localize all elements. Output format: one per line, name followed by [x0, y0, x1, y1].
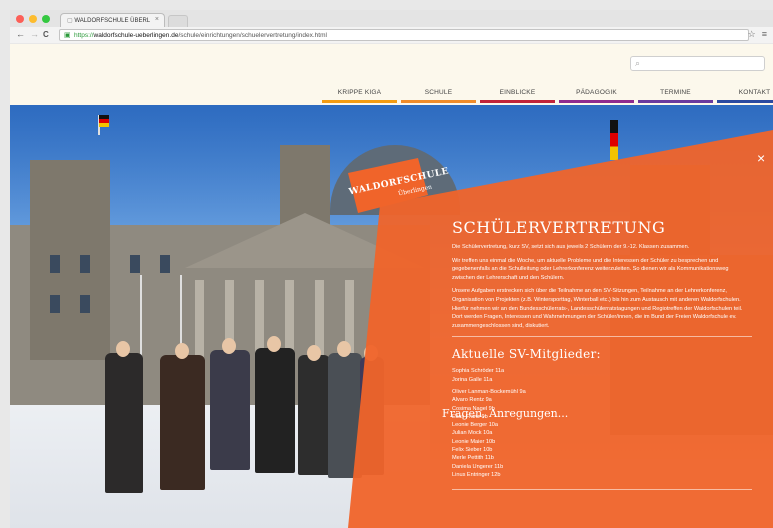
window: [50, 255, 60, 273]
overlay-content: SCHÜLERVERTRETUNG Die Schülervertretung,…: [452, 218, 752, 500]
member-item: Alvaro Rentz 9a: [452, 397, 492, 404]
url-scheme: https://: [74, 32, 94, 39]
nav-item-krippe-kiga[interactable]: KRIPPE KIGA: [322, 89, 397, 103]
browser-chrome: ▢ WALDORFSCHULE ÜBERL × ← → C ▣ https://…: [10, 10, 773, 43]
browser-toolbar: ← → C ▣ https://waldorfschule-ueberlinge…: [10, 27, 773, 43]
close-icon[interactable]: ×: [757, 150, 765, 166]
members-list-1: Sophia Schröder 11a Jorina Galle 11a: [452, 367, 752, 384]
person-head: [222, 338, 236, 354]
window: [80, 255, 90, 273]
nav-item-termine[interactable]: TERMINE: [638, 89, 713, 103]
member-item: Merle Pettith 11b: [452, 455, 494, 462]
intro-paragraph: Wir treffen uns einmal die Woche, um akt…: [452, 257, 729, 281]
url-host: waldorfschule-ueberlingen.de: [93, 32, 179, 39]
tab-close-icon[interactable]: ×: [155, 16, 159, 23]
person-head: [364, 345, 378, 361]
member-item: Sophia Schröder 11a: [452, 368, 505, 375]
window: [160, 255, 170, 273]
new-tab-button[interactable]: [168, 15, 188, 27]
person: [160, 355, 205, 490]
toolbar-right: ☆ ≡: [748, 29, 767, 40]
german-flag: [99, 115, 109, 127]
pediment: [185, 213, 425, 268]
person-head: [116, 341, 130, 357]
main-nav: KRIPPE KIGA SCHULE EINBLICKE PÄDAGOGIK TERMI…: [322, 89, 773, 103]
members-heading: Aktuelle SV-Mitglieder:: [452, 347, 601, 362]
person: [360, 357, 384, 475]
divider: [452, 489, 752, 491]
member-item: Daniela Ungerer 11b: [452, 463, 504, 470]
window: [80, 295, 90, 313]
url-path: /schule/einrichtungen/schuelervertretung…: [178, 32, 327, 39]
reload-icon[interactable]: C: [43, 30, 49, 39]
bookmark-star-icon[interactable]: ☆: [748, 29, 756, 40]
menu-icon[interactable]: ≡: [762, 29, 767, 40]
german-flag: [610, 120, 618, 160]
person-head: [307, 345, 321, 361]
person: [105, 353, 143, 493]
school-logo[interactable]: WALDORFSCHULE Überlingen: [348, 165, 450, 203]
tab-bar: ▢ WALDORFSCHULE ÜBERL ×: [10, 10, 773, 27]
back-icon[interactable]: ←: [16, 29, 25, 39]
person-head: [337, 341, 351, 357]
member-item: Jorina Galle 11a: [452, 376, 493, 383]
left-tower: [30, 160, 110, 360]
person: [210, 350, 250, 470]
intro-text: Die Schülervertretung, kurz SV, setzt si…: [452, 243, 752, 330]
nav-item-pädagogik[interactable]: PÄDAGOGIK: [559, 89, 634, 103]
member-item: Leonie Maier 10b: [452, 438, 496, 445]
person: [255, 348, 295, 473]
close-window-button[interactable]: [16, 15, 24, 23]
address-bar[interactable]: ▣ https://waldorfschule-ueberlingen.de/s…: [59, 29, 749, 41]
member-item: Leonie Berger 10a: [452, 422, 499, 429]
person: [298, 355, 330, 475]
person: [328, 353, 362, 478]
forward-icon[interactable]: →: [30, 29, 39, 39]
person-head: [175, 343, 189, 359]
window-controls: [16, 15, 50, 23]
search-input[interactable]: ⌕: [630, 56, 765, 71]
members-list-2: Oliver Lanman-Bockemühl 9a Alvaro Rentz 9…: [452, 388, 752, 479]
member-item: Julian Mock 10a: [452, 430, 493, 437]
nav-item-kontakt[interactable]: KONTAKT: [717, 89, 773, 103]
member-item: Oliver Lanman-Bockemühl 9a: [452, 388, 526, 395]
window: [130, 255, 140, 273]
page-title: SCHÜLERVERTRETUNG: [452, 218, 666, 237]
member-item: Felix Sieber 10b: [452, 447, 493, 454]
intro-paragraph: Die Schülervertretung, kurz SV, setzt si…: [452, 244, 690, 250]
nav-item-schule[interactable]: SCHULE: [401, 89, 476, 103]
web-page: ⌕ KRIPPE KIGA SCHULE EINBLICKE PÄDAGOGIK TER…: [10, 44, 773, 528]
intro-paragraph: Unsere Aufgaben erstrecken sich über die…: [452, 288, 743, 329]
member-item: Linus Entringer 12b: [452, 471, 501, 478]
minimize-window-button[interactable]: [29, 15, 37, 23]
search-icon: ⌕: [635, 58, 641, 68]
divider: [452, 336, 752, 338]
browser-tab[interactable]: ▢ WALDORFSCHULE ÜBERL ×: [60, 13, 165, 27]
lock-icon: ▣: [64, 32, 71, 39]
tab-title: WALDORFSCHULE ÜBERL: [74, 18, 151, 24]
person-head: [267, 336, 281, 352]
window: [50, 295, 60, 313]
hero-image: WALDORFSCHULE Überlingen × SCHÜLERVERTRE…: [10, 105, 773, 528]
questions-heading: Fragen, Anregungen...: [442, 407, 569, 420]
maximize-window-button[interactable]: [42, 15, 50, 23]
nav-item-einblicke[interactable]: EINBLICKE: [480, 89, 555, 103]
